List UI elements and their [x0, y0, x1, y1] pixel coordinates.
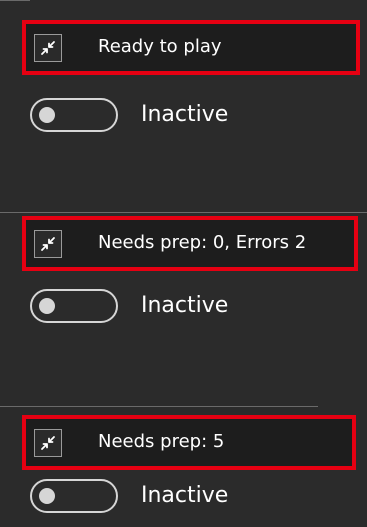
inactive-toggle[interactable]	[30, 98, 118, 132]
toggle-knob	[39, 107, 55, 123]
toggle-knob	[39, 298, 55, 314]
status-text: Needs prep: 5	[98, 431, 225, 452]
inactive-toggle[interactable]	[30, 479, 118, 513]
status-box: Ready to play	[22, 20, 360, 75]
status-box: Needs prep: 0, Errors 2	[22, 216, 358, 271]
status-text: Needs prep: 0, Errors 2	[98, 232, 307, 253]
toggle-row: Inactive	[30, 477, 330, 517]
status-box: Needs prep: 5	[22, 415, 356, 470]
divider	[0, 212, 367, 213]
toggle-label: Inactive	[141, 483, 229, 508]
toggle-label: Inactive	[141, 102, 229, 127]
divider	[0, 0, 30, 1]
toggle-row: Inactive	[30, 287, 330, 327]
collapse-arrows-icon[interactable]	[34, 429, 62, 457]
toggle-knob	[39, 488, 55, 504]
collapse-arrows-icon[interactable]	[34, 34, 62, 62]
toggle-label: Inactive	[141, 293, 229, 318]
divider	[0, 406, 318, 407]
collapse-arrows-icon[interactable]	[34, 230, 62, 258]
status-text: Ready to play	[98, 36, 222, 57]
toggle-row: Inactive	[30, 96, 330, 136]
inactive-toggle[interactable]	[30, 289, 118, 323]
